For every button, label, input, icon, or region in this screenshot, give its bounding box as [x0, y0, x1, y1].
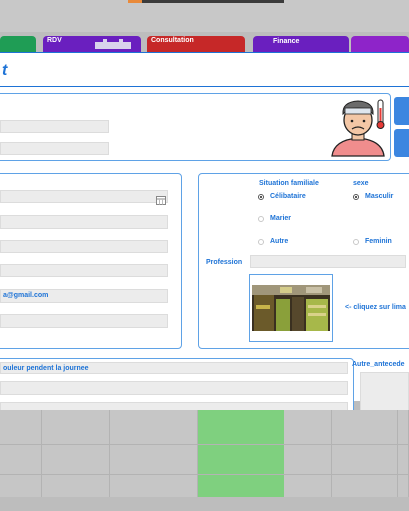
grid-cell[interactable] [284, 410, 332, 511]
label-masculin: Masculir [365, 193, 394, 200]
grid-footer [0, 497, 409, 511]
radio-masculin[interactable] [353, 194, 359, 200]
side-action-button-2[interactable] [394, 129, 409, 157]
name-field[interactable] [0, 120, 109, 133]
birth-date-field[interactable] [0, 190, 168, 203]
window-strip [128, 0, 284, 3]
page-title: t [2, 62, 8, 79]
photo-hint: <- cliquez sur lima [345, 304, 406, 311]
address-field[interactable] [0, 215, 168, 229]
grid-cell[interactable] [332, 410, 398, 511]
radio-feminin[interactable] [353, 239, 359, 245]
patient-photo-image [250, 275, 332, 341]
email-field[interactable]: a@gmail.com [0, 289, 168, 303]
surname-field[interactable] [0, 142, 109, 155]
label-feminin: Feminin [365, 238, 392, 245]
grid-cell[interactable] [0, 410, 42, 511]
sick-patient-icon [328, 96, 388, 158]
antecedents-label: Autre_antecede [352, 361, 405, 368]
grid-cell-highlighted[interactable] [198, 410, 284, 497]
profession-field[interactable] [250, 255, 406, 268]
radio-celibataire[interactable] [258, 194, 264, 200]
radio-marier[interactable] [258, 216, 264, 222]
grid-cell[interactable] [110, 410, 198, 511]
label-celibataire: Célibataire [270, 193, 306, 200]
side-action-button-1[interactable] [394, 97, 409, 125]
calendar-picker-icon[interactable] [156, 192, 166, 205]
city-field[interactable] [0, 240, 168, 253]
situation-heading: Situation familiale [259, 180, 319, 187]
tab-rdv-label: RDV [47, 37, 62, 44]
window-strip-accent [128, 0, 142, 3]
radio-autre[interactable] [258, 239, 264, 245]
symptoms-field[interactable]: ouleur pendent la journee [0, 362, 348, 374]
sexe-heading: sexe [353, 180, 369, 187]
tab-consultation-label: Consultation [151, 37, 194, 44]
grid-row-divider [0, 444, 409, 445]
title-divider [0, 86, 409, 87]
profession-label: Profession [206, 259, 243, 266]
top-bar [0, 0, 409, 32]
grid-cell[interactable] [398, 410, 409, 511]
tab-finance-label: Finance [273, 38, 300, 45]
patient-photo-frame[interactable] [249, 274, 333, 342]
notes-field[interactable] [0, 314, 168, 328]
label-marier: Marier [270, 215, 292, 222]
grid-cell[interactable] [42, 410, 110, 511]
phone-field[interactable] [0, 264, 168, 277]
grid-row-divider [0, 474, 409, 475]
calendar-icon [95, 39, 131, 49]
symptoms-field-2[interactable] [0, 381, 348, 395]
label-autre: Autre [270, 238, 289, 245]
